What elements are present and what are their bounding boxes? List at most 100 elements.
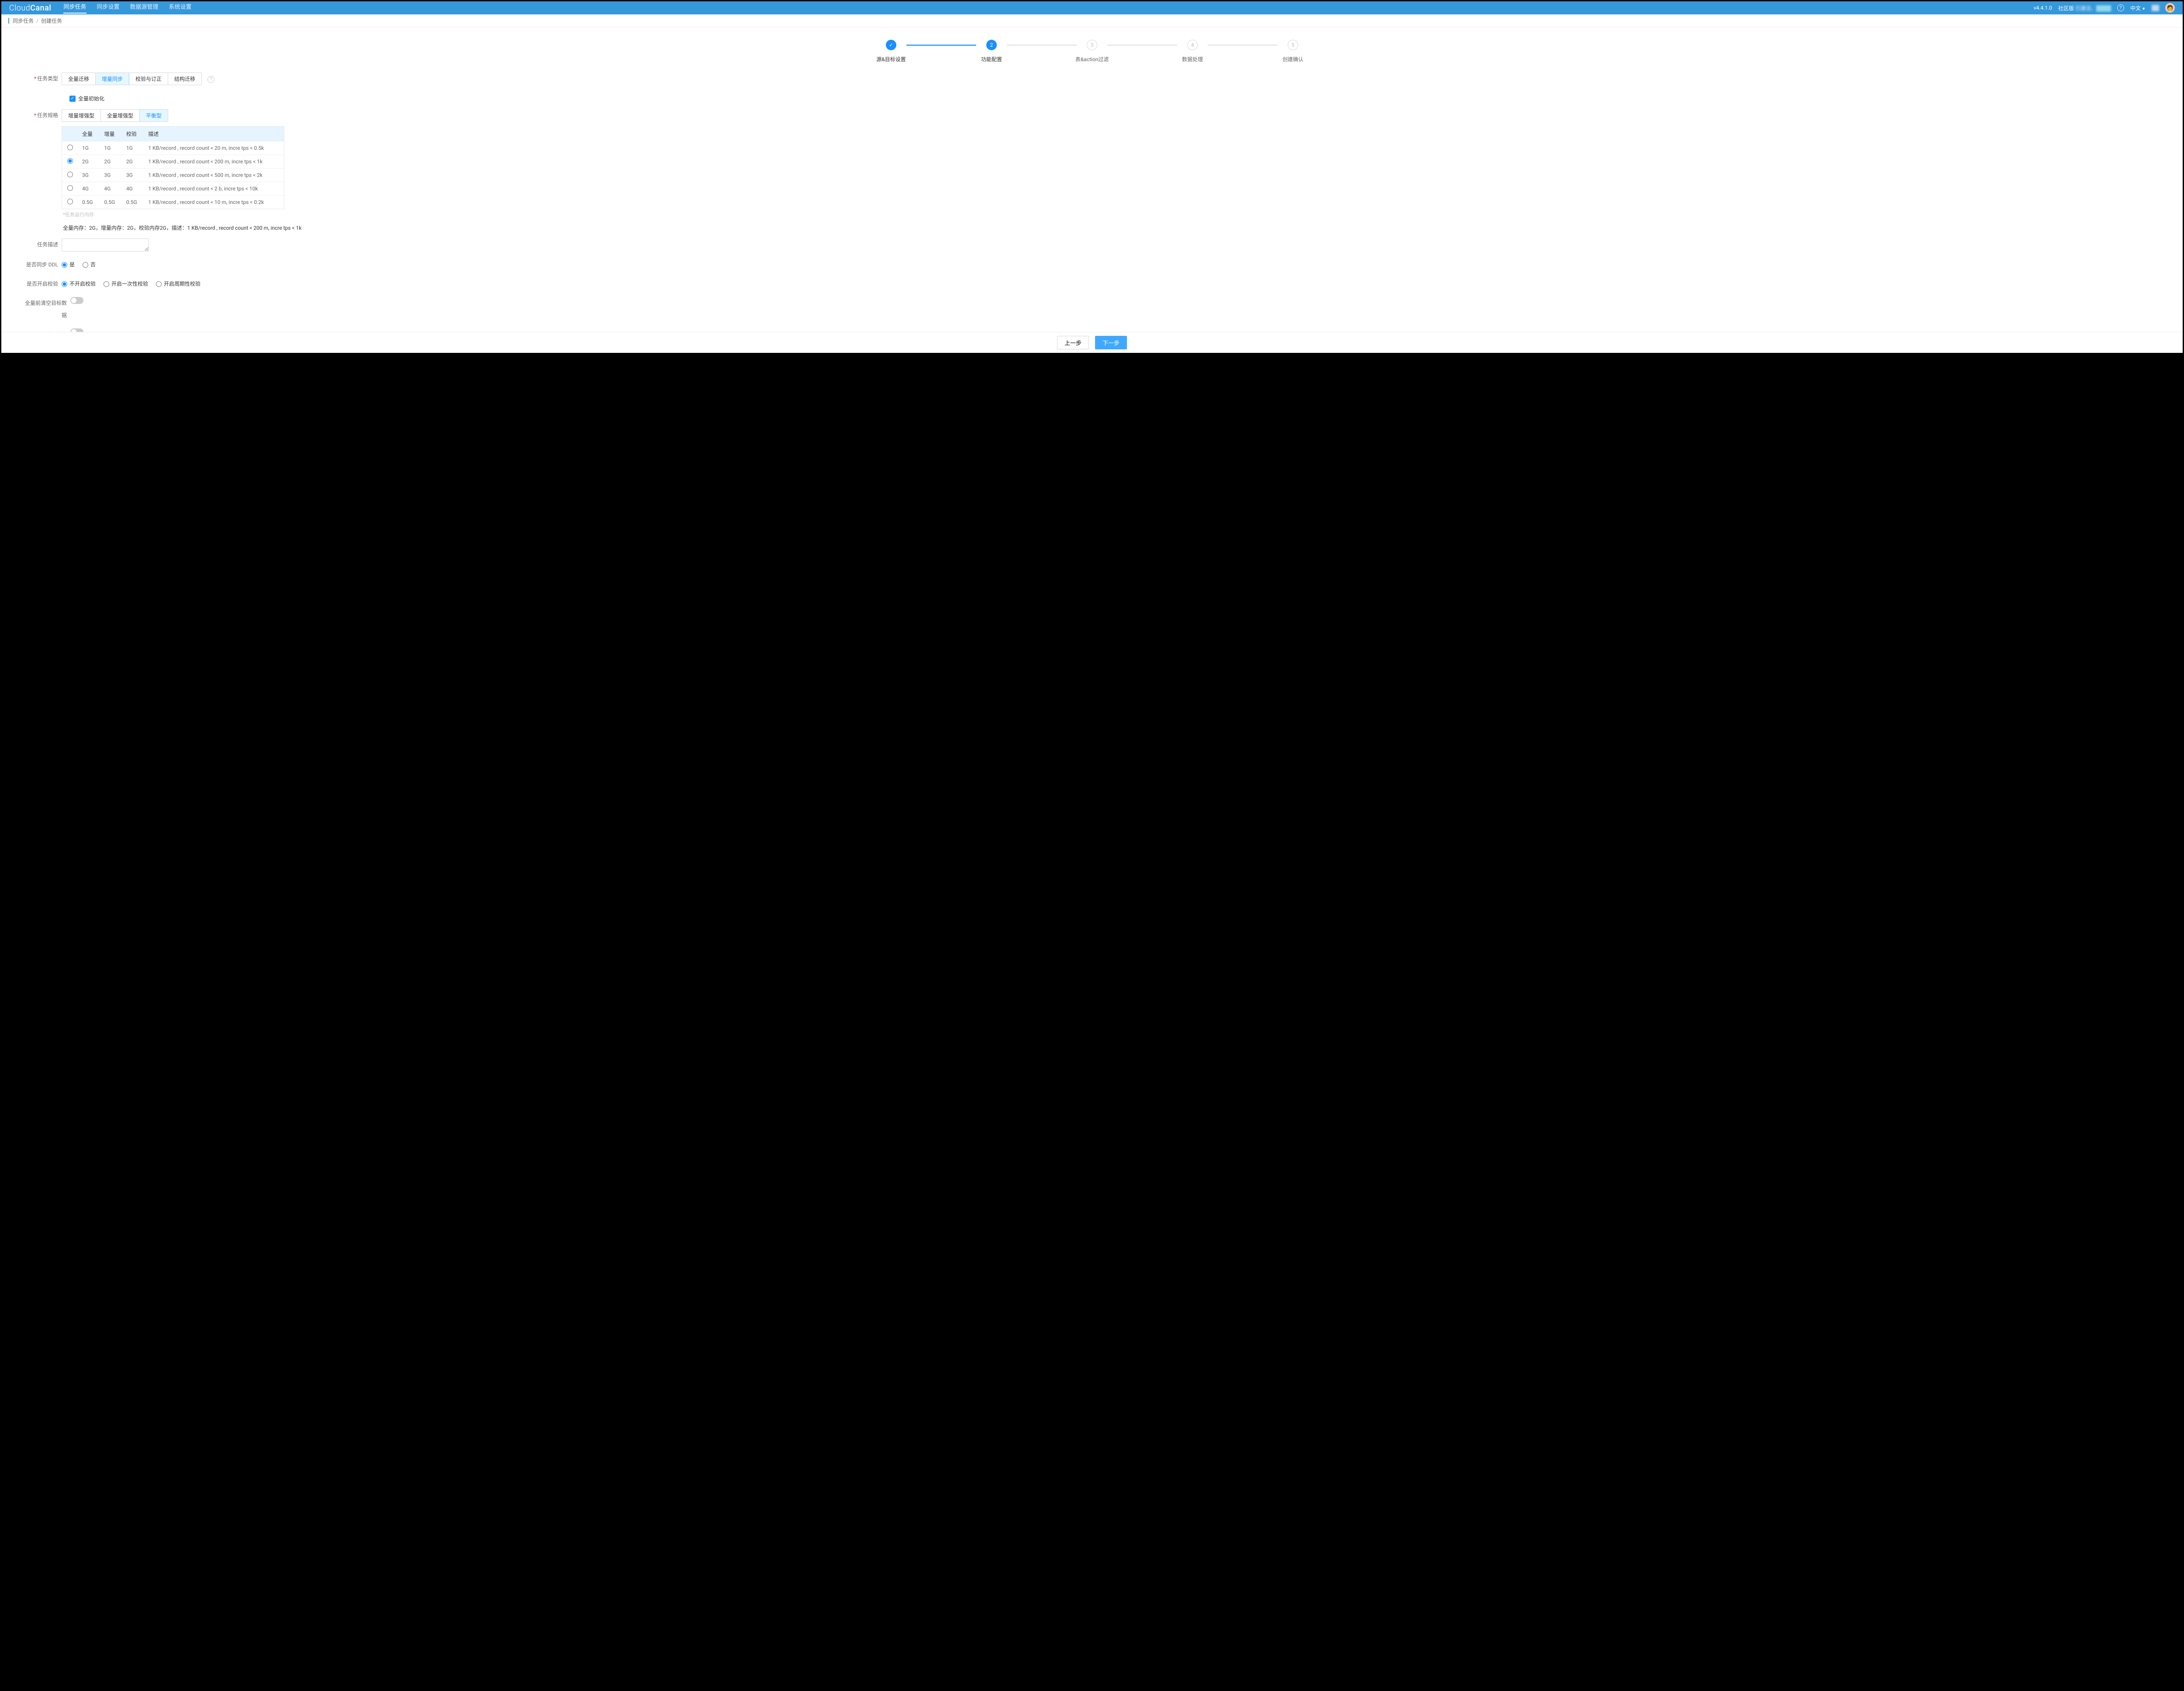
content: ✓ 源&目标设置 2 功能配置 3 表&action过滤 4 数据处理 5 创建…	[1, 28, 2183, 332]
spec-table-row[interactable]: 4G4G4G1 KB/record , record count < 2 b, …	[62, 182, 284, 196]
step-3: 3 表&action过滤	[1077, 40, 1107, 63]
cell-desc: 1 KB/record , record count < 200 m, incr…	[144, 155, 284, 169]
step-pending-icon: 5	[1288, 40, 1298, 50]
spec-table: 全量 增量 校验 描述 1G1G1G1 KB/record , record c…	[62, 126, 284, 209]
full-init-checkbox[interactable]: ✓ 全量初始化	[69, 95, 104, 102]
rebuild-label: 重建目标表	[23, 328, 67, 332]
task-spec-group: 增量增强型 全量增强型 平衡型	[62, 109, 168, 122]
desc-label: 任务描述	[23, 238, 58, 251]
task-type-incr[interactable]: 增量同步	[96, 73, 129, 85]
brand-logo: CloudCanal	[9, 3, 51, 13]
cell-incr: 0.5G	[100, 196, 121, 209]
spec-row-radio[interactable]	[67, 145, 73, 150]
th-desc: 描述	[144, 127, 284, 141]
crumb-root[interactable]: 同步任务	[13, 17, 34, 24]
chevron-down-icon: ▼	[2142, 7, 2146, 11]
prev-button[interactable]: 上一步	[1057, 336, 1089, 349]
footer: 上一步 下一步	[1, 332, 2183, 353]
nav-sync-tasks[interactable]: 同步任务	[63, 2, 86, 14]
step-5-label: 创建确认	[1282, 55, 1303, 63]
next-button[interactable]: 下一步	[1095, 336, 1127, 349]
spec-table-row[interactable]: 2G2G2G1 KB/record , record count < 200 m…	[62, 155, 284, 169]
step-3-label: 表&action过滤	[1075, 55, 1109, 63]
spec-summary: 全量内存：2G，增量内存：2G，校验内存2G，描述：1 KB/record , …	[63, 224, 301, 231]
brand-prefix: Cloud	[9, 3, 30, 13]
user-info-blurred: 已激活，	[2075, 5, 2096, 11]
th-full: 全量	[78, 127, 100, 141]
clear-switch[interactable]	[70, 297, 83, 304]
cell-chk: 4G	[122, 182, 144, 196]
step-5: 5 创建确认	[1278, 40, 1308, 63]
th-incr: 增量	[100, 127, 121, 141]
row-ddl: 是否同步 DDL 是 否	[23, 259, 2170, 271]
desc-textarea[interactable]	[62, 238, 149, 252]
spec-incr[interactable]: 增量增强型	[62, 110, 101, 121]
step-1: ✓ 源&目标设置	[876, 40, 906, 63]
step-bar: ✓ 源&目标设置 2 功能配置 3 表&action过滤 4 数据处理 5 创建…	[6, 28, 2178, 72]
check-once[interactable]: 开启一次性校验	[104, 278, 148, 290]
cell-incr: 3G	[100, 169, 121, 182]
spec-row-radio[interactable]	[67, 158, 73, 164]
task-type-full[interactable]: 全量迁移	[62, 73, 96, 85]
topbar: CloudCanal 同步任务 同步设置 数据源管理 系统设置 v4.4.1.0…	[1, 1, 2183, 14]
topbar-right: v4.4.1.0 社区版 已激活，████ ? 中文▼ ██ 🧑	[2034, 3, 2175, 13]
version-text: v4.4.1.0	[2034, 5, 2052, 11]
cell-chk: 1G	[122, 141, 144, 155]
check-off[interactable]: 不开启校验	[62, 278, 96, 290]
spec-table-row[interactable]: 0.5G0.5G0.5G1 KB/record , record count <…	[62, 196, 284, 209]
task-type-struct[interactable]: 结构迁移	[168, 73, 201, 85]
step-bar-segment	[1007, 45, 1077, 46]
row-check: 是否开启校验 不开启校验 开启一次性校验 开启周期性校验	[23, 278, 2170, 290]
step-done-icon: ✓	[886, 40, 896, 50]
check-radios: 不开启校验 开启一次性校验 开启周期性校验	[62, 278, 200, 290]
ddl-yes[interactable]: 是	[62, 259, 75, 271]
step-bar-segment	[906, 45, 976, 46]
cell-full: 2G	[78, 155, 100, 169]
full-init-label: 全量初始化	[78, 95, 104, 102]
spec-table-row[interactable]: 3G3G3G1 KB/record , record count < 500 m…	[62, 169, 284, 182]
step-4: 4 数据处理	[1177, 40, 1208, 63]
row-rebuild: 重建目标表	[23, 328, 2170, 332]
spec-table-header: 全量 增量 校验 描述	[62, 127, 284, 141]
cell-desc: 1 KB/record , record count < 20 m, incre…	[144, 141, 284, 155]
help-icon[interactable]: ?	[2117, 4, 2124, 11]
ddl-no[interactable]: 否	[83, 259, 96, 271]
task-type-group: 全量迁移 增量同步 校验与订正 结构迁移	[62, 72, 202, 85]
cell-desc: 1 KB/record , record count < 2 b, incre …	[144, 182, 284, 196]
avatar[interactable]: 🧑	[2165, 3, 2175, 13]
spec-full[interactable]: 全量增强型	[101, 110, 140, 121]
step-pending-icon: 4	[1187, 40, 1198, 50]
task-type-label: *任务类型	[23, 72, 58, 85]
nav-sync-settings[interactable]: 同步设置	[97, 2, 120, 14]
step-current-icon: 2	[986, 40, 997, 50]
spec-row-radio[interactable]	[67, 199, 73, 204]
checkbox-checked-icon: ✓	[69, 96, 76, 102]
check-periodic[interactable]: 开启周期性校验	[156, 278, 200, 290]
cell-full: 0.5G	[78, 196, 100, 209]
step-2: 2 功能配置	[976, 40, 1007, 63]
step-bar-segment	[1107, 45, 1177, 46]
th-radio	[62, 127, 78, 141]
cell-full: 1G	[78, 141, 100, 155]
row-task-spec: *任务规格 增量增强型 全量增强型 平衡型 全量	[23, 109, 2170, 231]
ddl-radios: 是 否	[62, 259, 96, 271]
spec-table-row[interactable]: 1G1G1G1 KB/record , record count < 20 m,…	[62, 141, 284, 155]
crumb-current: 创建任务	[41, 17, 62, 24]
cell-incr: 1G	[100, 141, 121, 155]
cell-incr: 4G	[100, 182, 121, 196]
row-task-type: *任务类型 全量迁移 增量同步 校验与订正 结构迁移 ? ✓ 全量初始化	[23, 72, 2170, 102]
step-bar-segment	[1208, 45, 1278, 46]
language-selector[interactable]: 中文▼	[2130, 4, 2146, 12]
task-type-help-icon[interactable]: ?	[207, 76, 214, 83]
cell-desc: 1 KB/record , record count < 10 m, incre…	[144, 196, 284, 209]
nav-datasource[interactable]: 数据源管理	[130, 2, 159, 14]
spec-row-radio[interactable]	[67, 172, 73, 177]
brand-suffix: Canal	[30, 3, 51, 13]
breadcrumb: 同步任务 / 创建任务	[1, 14, 2183, 28]
spec-row-radio[interactable]	[67, 185, 73, 191]
ddl-label: 是否同步 DDL	[23, 259, 58, 271]
task-type-check[interactable]: 校验与订正	[129, 73, 168, 85]
spec-balanced[interactable]: 平衡型	[140, 110, 168, 121]
nav-system[interactable]: 系统设置	[169, 2, 192, 14]
rebuild-switch[interactable]	[70, 328, 83, 332]
